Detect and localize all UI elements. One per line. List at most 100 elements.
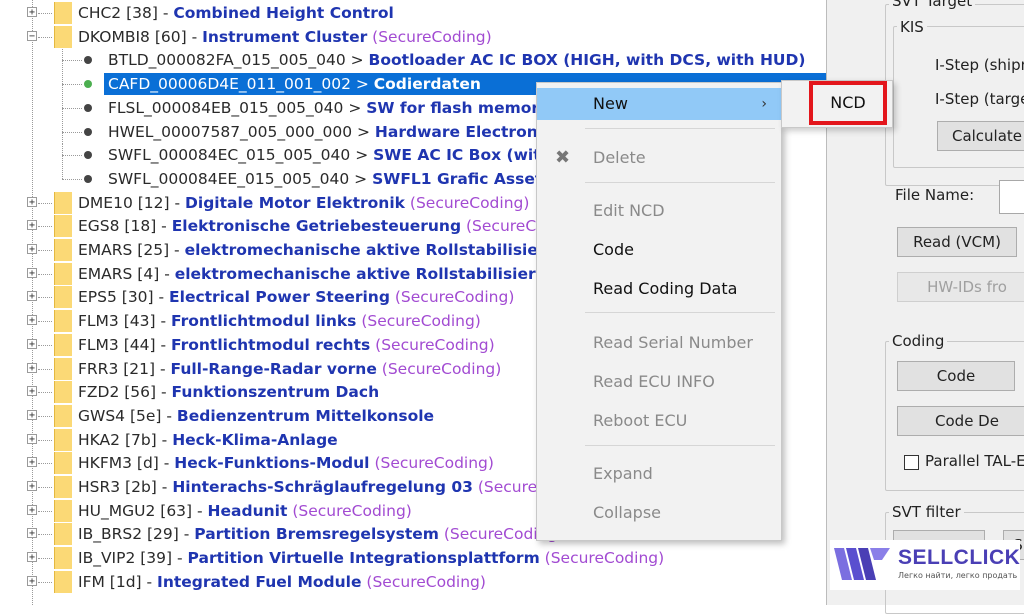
file-name-label: File Name: — [895, 186, 975, 204]
menu-item-label: Read Coding Data — [593, 279, 738, 298]
file-description: SWE AC IC Box (with I — [373, 146, 563, 165]
tree-connector — [38, 250, 52, 251]
hw-ids-button[interactable]: HW-IDs fro — [897, 272, 1024, 302]
menu-item-expand[interactable]: Expand — [537, 458, 781, 490]
expand-icon[interactable]: + — [27, 338, 37, 349]
label-separator: - — [157, 4, 174, 22]
ecu-label: EMARS [25] - elektromechanische aktive R… — [78, 239, 557, 261]
submenu-item-ncd[interactable]: NCD — [812, 84, 884, 122]
folder-icon — [54, 476, 72, 498]
tree-row-ecu[interactable]: + IFM [1d] - Integrated Fuel Module (Secu… — [0, 570, 826, 593]
label-separator: - — [192, 501, 208, 520]
file-name-input[interactable] — [999, 180, 1024, 214]
secure-coding-tag: (SecureCoding) — [409, 193, 530, 212]
context-menu: New › ✖ Delete Edit NCD Code Read Coding Data R… — [536, 82, 782, 541]
expand-icon[interactable]: + — [27, 220, 37, 231]
expand-icon[interactable]: + — [27, 433, 37, 444]
menu-item-delete[interactable]: ✖ Delete — [537, 142, 781, 174]
secure-coding-tag: (SecureCoding) — [292, 501, 412, 520]
ecu-description: elektromechanische aktive Rollstabilisie… — [184, 241, 557, 259]
expand-icon[interactable]: + — [27, 386, 37, 397]
menu-separator — [585, 312, 775, 313]
file-code: SWFL_000084EC_015_005_040 — [108, 146, 351, 165]
secure-coding-tag: (SecureCoding) — [394, 288, 515, 307]
tree-row-file[interactable]: BTLD_000082FA_015_005_040 > Bootloader A… — [0, 49, 826, 73]
expand-icon[interactable]: + — [27, 196, 37, 207]
expand-icon[interactable]: + — [27, 575, 37, 586]
secure-coding-tag: (SecureCoding) — [381, 359, 502, 378]
ecu-description: Digitale Motor Elektronik — [185, 193, 405, 212]
menu-item-read-coding-data[interactable]: Read Coding Data — [537, 273, 781, 305]
tree-row-ecu[interactable]: + IB_VIP2 [39] - Partition Virtuelle Inte… — [0, 547, 826, 570]
label-separator: - — [153, 288, 170, 307]
label-separator: - — [186, 27, 203, 46]
file-node-icon — [84, 56, 92, 65]
menu-item-label: Delete — [593, 148, 646, 167]
ecu-code: HKA2 [7b] — [78, 430, 157, 449]
expand-icon[interactable]: + — [27, 504, 37, 515]
secure-coding-tag: (SecureCoding) — [372, 27, 492, 46]
sellclick-watermark: SELLCLICK Легко найти, легко продать — [830, 540, 1020, 590]
folder-icon — [54, 523, 72, 546]
menu-item-reboot-ecu[interactable]: Reboot ECU — [537, 405, 781, 437]
file-description: Codierdaten — [373, 75, 481, 94]
secure-coding-tag: (SecureCoding) — [374, 454, 494, 473]
expand-icon[interactable]: + — [27, 7, 37, 18]
expand-icon[interactable]: + — [27, 457, 37, 468]
tree-connector — [62, 167, 63, 179]
menu-item-edit-ncd[interactable]: Edit NCD — [537, 195, 781, 227]
label-separator: > — [352, 122, 375, 141]
ecu-description: Instrument Cluster — [202, 27, 368, 46]
code-de-button[interactable]: Code De — [897, 406, 1024, 436]
calculate-button[interactable]: Calculate — [937, 121, 1024, 151]
menu-item-label: Read ECU INFO — [593, 372, 715, 391]
code-button[interactable]: Code — [897, 361, 1015, 391]
ecu-label: HSR3 [2b] - Hinterachs-Schräglaufregelun… — [78, 476, 548, 498]
expand-icon[interactable]: + — [27, 315, 37, 326]
expand-icon[interactable]: + — [27, 552, 37, 563]
collapse-icon[interactable]: − — [27, 30, 37, 41]
menu-item-new[interactable]: New › — [537, 88, 781, 120]
ecu-code: FRR3 [21] — [78, 359, 156, 378]
label-separator: - — [156, 383, 172, 402]
ecu-code: HU_MGU2 [63] — [78, 501, 193, 520]
menu-item-label: Edit NCD — [593, 201, 665, 220]
menu-separator — [585, 182, 775, 183]
tree-row-ecu[interactable]: − DKOMBI8 [60] - Instrument Cluster (Secu… — [0, 25, 826, 48]
tree-connector — [38, 463, 52, 465]
expand-icon[interactable]: + — [27, 291, 37, 302]
ecu-code: IB_VIP2 [39] — [78, 549, 173, 568]
menu-item-code[interactable]: Code — [537, 234, 781, 266]
ecu-description: Partition Virtuelle Integrationsplattfor… — [187, 549, 540, 568]
ecu-code: EMARS [25] — [78, 241, 170, 259]
ecu-label: IB_BRS2 [29] - Partition Bremsregelsyste… — [78, 523, 563, 545]
menu-item-read-serial-number[interactable]: Read Serial Number — [537, 327, 781, 359]
ecu-label: HKA2 [7b] - Heck-Klima-Anlage — [78, 429, 338, 451]
file-description: SWFL1 Grafic Assets I — [372, 169, 563, 188]
label-separator: - — [155, 359, 171, 378]
menu-item-label: Expand — [593, 464, 653, 483]
tree-connector — [38, 439, 52, 441]
parallel-tal-checkbox[interactable] — [904, 455, 919, 470]
tree-connector — [38, 273, 52, 275]
label-separator: > — [349, 169, 373, 188]
menu-item-collapse[interactable]: Collapse — [537, 497, 781, 529]
folder-icon — [54, 191, 72, 214]
expand-icon[interactable]: + — [27, 267, 37, 278]
expand-icon[interactable]: + — [27, 528, 37, 539]
folder-icon — [54, 2, 72, 24]
istep-target-label: I-Step (targe — [935, 90, 1024, 108]
menu-item-read-ecu-info[interactable]: Read ECU INFO — [537, 366, 781, 398]
ecu-code: GWS4 [5e] — [78, 406, 162, 425]
ecu-description: Hinterachs-Schräglaufregelung 03 — [172, 478, 473, 496]
tree-connector — [62, 107, 82, 109]
tree-row-ecu[interactable]: + CHC2 [38] - Combined Height Control — [0, 2, 826, 24]
read-vcm-button[interactable]: Read (VCM) — [897, 227, 1017, 257]
expand-icon[interactable]: + — [27, 409, 37, 420]
expand-icon[interactable]: + — [27, 244, 37, 255]
expand-icon[interactable]: + — [27, 481, 37, 492]
expand-icon[interactable]: + — [27, 362, 37, 373]
folder-icon — [54, 262, 72, 285]
label-separator: - — [172, 549, 188, 568]
label-separator: - — [155, 312, 171, 331]
